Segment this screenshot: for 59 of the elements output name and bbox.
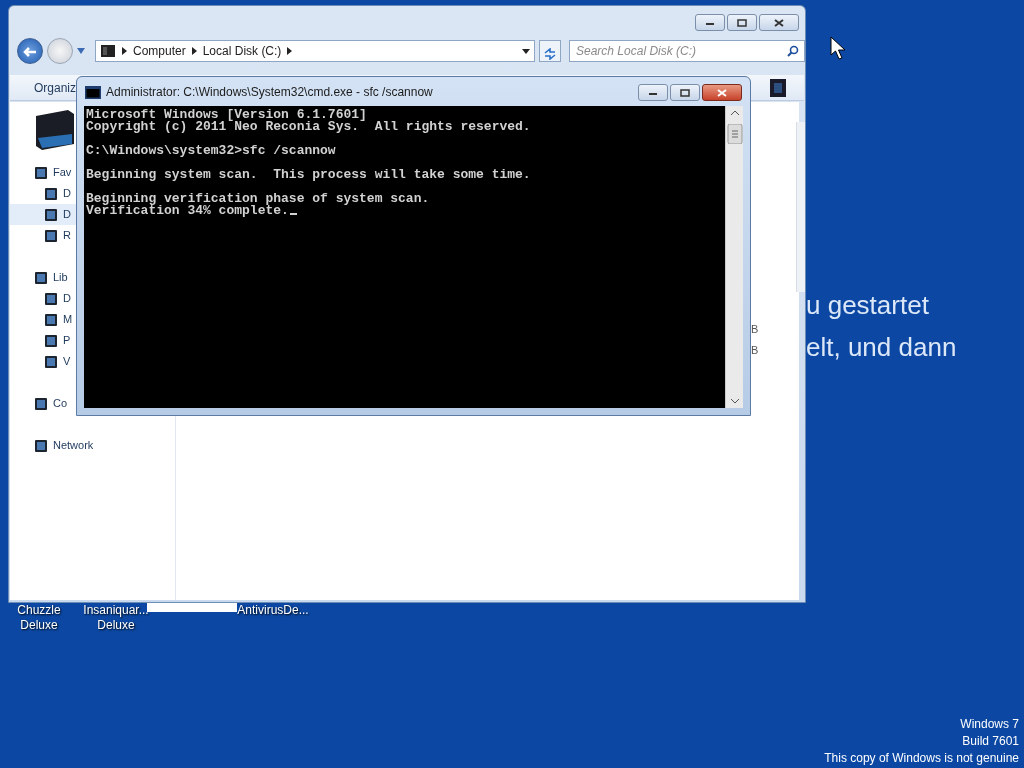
sidebar-item[interactable]: P xyxy=(10,330,73,351)
sidebar-item[interactable]: R xyxy=(10,225,73,246)
address-bar[interactable]: Computer Local Disk (C:) xyxy=(95,40,535,62)
maximize-button[interactable] xyxy=(670,84,700,101)
console-line: Microsoft Windows [Version 6.1.7601] xyxy=(86,109,368,121)
refresh-button[interactable] xyxy=(539,40,561,62)
size-text: B xyxy=(751,322,759,337)
sidebar-item[interactable]: Network xyxy=(10,435,96,456)
console-line: Beginning system scan. This process will take some time. xyxy=(86,169,532,181)
back-arrow-icon xyxy=(23,45,37,58)
refresh-icon xyxy=(543,47,557,60)
sidebar-item[interactable]: D xyxy=(10,288,73,309)
dropdown-icon xyxy=(522,48,530,54)
notice-text: Windows 7 xyxy=(959,716,1019,733)
toolbar-menu[interactable]: Organiz xyxy=(34,78,77,97)
chevron-icon xyxy=(287,47,293,55)
sidebar-item[interactable]: Lib xyxy=(10,267,70,288)
maximize-button[interactable] xyxy=(727,14,757,31)
breadcrumb[interactable]: Computer xyxy=(133,42,186,60)
dropdown-icon[interactable] xyxy=(77,48,85,54)
scrollbar[interactable] xyxy=(725,106,743,408)
icon-label[interactable]: Deluxe xyxy=(80,618,152,633)
sidebar-item[interactable]: D xyxy=(10,183,73,204)
minimize-button[interactable] xyxy=(638,84,668,101)
close-icon xyxy=(717,88,727,97)
breadcrumb[interactable]: Local Disk (C:) xyxy=(202,42,282,60)
close-button[interactable] xyxy=(759,14,799,31)
notice-text: Build 7601 xyxy=(961,733,1019,750)
chevron-icon xyxy=(191,47,197,55)
icon-label[interactable]: Insaniquar... xyxy=(80,603,152,618)
console-line: Beginning verification phase of system scan. xyxy=(86,193,431,205)
console-line: Copyright (c) 2011 Neo Reconia Sys. All rights reserved. xyxy=(86,121,532,133)
search-field[interactable]: Search Local Disk (C:) xyxy=(569,40,805,62)
icon-label[interactable]: Chuzzle xyxy=(3,603,75,618)
sidebar-item[interactable]: Co xyxy=(10,393,70,414)
sidebar-item[interactable]: M xyxy=(10,309,75,330)
maximize-icon xyxy=(680,88,690,97)
scrollbar-thumb[interactable] xyxy=(727,124,743,144)
icon-label[interactable]: Deluxe xyxy=(3,618,75,633)
mouse-cursor-icon xyxy=(830,36,846,60)
sidebar-item[interactable]: V xyxy=(10,351,73,372)
notice-text: This copy of Windows is not genuine xyxy=(824,750,1019,767)
console-icon xyxy=(85,85,101,99)
background-text: elt, und dann xyxy=(806,331,957,364)
scrollbar[interactable] xyxy=(796,122,805,292)
maximize-icon xyxy=(737,18,747,27)
chevron-icon xyxy=(122,47,127,55)
close-button[interactable] xyxy=(702,84,742,101)
back-button[interactable] xyxy=(17,38,43,64)
size-text: B xyxy=(751,343,759,358)
icon-label[interactable]: AntivirusDe... xyxy=(236,603,310,618)
console-line: C:\Windows\system32>sfc /scannow xyxy=(86,145,337,157)
sidebar-item[interactable]: D xyxy=(10,204,76,225)
sidebar-item[interactable]: Fav xyxy=(10,162,74,183)
computer-icon xyxy=(100,43,116,59)
minimize-button[interactable] xyxy=(695,14,725,31)
window-title: Administrator: C:\Windows\System32\cmd.exe - sfc /scannow xyxy=(106,84,433,101)
background-text: u gestartet xyxy=(806,289,930,322)
close-icon xyxy=(774,18,784,27)
